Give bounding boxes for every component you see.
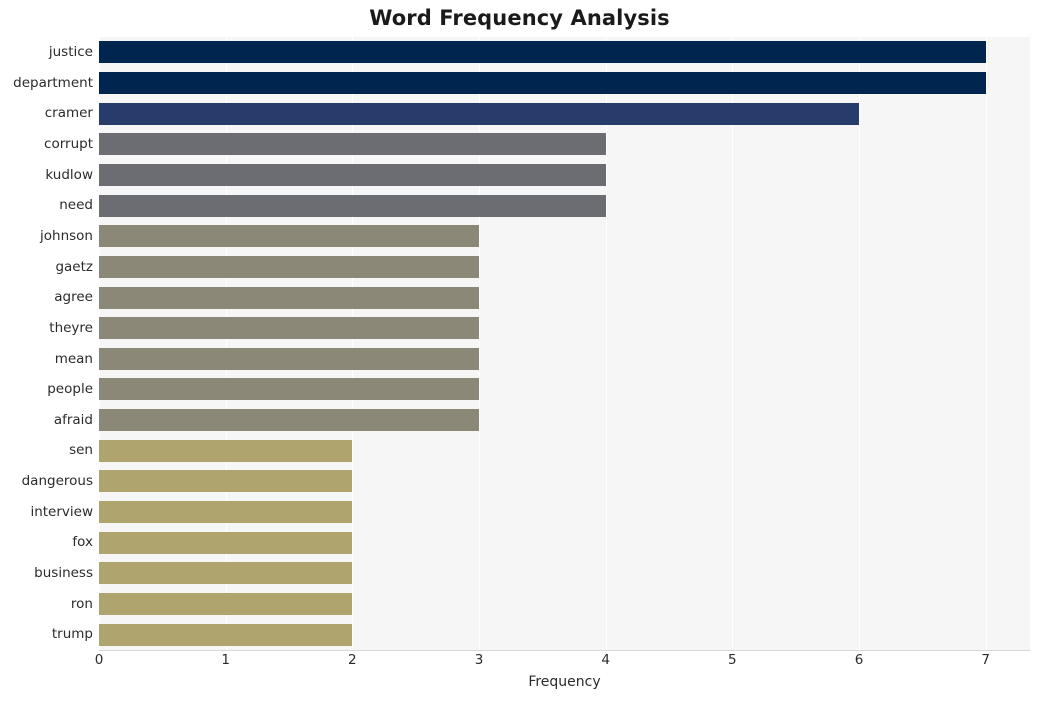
x-tick-label-6: 6 (854, 652, 864, 668)
bar-row[interactable] (99, 466, 1030, 497)
y-tick-label-justice: justice (48, 44, 93, 60)
bar-people[interactable] (99, 378, 479, 401)
bar-afraid[interactable] (99, 409, 479, 432)
chart-figure: Word Frequency Analysis justice departmen… (0, 0, 1039, 701)
y-tick-label-trump: trump (51, 626, 93, 643)
bar-row[interactable] (99, 190, 1030, 221)
bar-justice[interactable] (99, 41, 986, 64)
y-tick-label-business: business (34, 565, 93, 582)
bar-row[interactable] (99, 221, 1030, 252)
bar-trump[interactable] (99, 623, 353, 646)
y-tick-label-gaetz: gaetz (55, 258, 93, 275)
bar-fox[interactable] (99, 531, 353, 554)
bar-johnson[interactable] (99, 225, 479, 248)
bar-corrupt[interactable] (99, 133, 606, 156)
y-tick-label-sen: sen (69, 442, 93, 459)
bar-series (99, 37, 1030, 650)
bar-agree[interactable] (99, 286, 479, 309)
y-tick-label-need: need (59, 197, 93, 214)
bar-department[interactable] (99, 71, 986, 94)
y-tick-label-theyre: theyre (49, 319, 93, 336)
bar-row[interactable] (99, 589, 1030, 620)
bar-gaetz[interactable] (99, 255, 479, 278)
bar-cramer[interactable] (99, 102, 859, 125)
bar-theyre[interactable] (99, 317, 479, 340)
y-tick-label-corrupt: corrupt (44, 135, 93, 152)
y-tick-label-people: people (47, 381, 93, 398)
bar-sen[interactable] (99, 439, 353, 462)
y-tick-label-agree: agree (54, 289, 93, 306)
bar-row[interactable] (99, 497, 1030, 528)
bar-row[interactable] (99, 527, 1030, 558)
bar-row[interactable] (99, 68, 1030, 99)
y-tick-label-cramer: cramer (44, 105, 93, 122)
bar-row[interactable] (99, 374, 1030, 405)
bar-row[interactable] (99, 435, 1030, 466)
bar-row[interactable] (99, 282, 1030, 313)
x-tick-label-2: 2 (348, 652, 357, 668)
bar-ron[interactable] (99, 593, 353, 615)
bar-kudlow[interactable] (99, 163, 606, 186)
x-tick-label-7: 7 (981, 652, 990, 668)
bar-mean[interactable] (99, 347, 479, 370)
bar-row[interactable] (99, 252, 1030, 283)
y-tick-label-afraid: afraid (53, 411, 93, 428)
y-tick-label-department: department (13, 74, 93, 91)
bar-row[interactable] (99, 558, 1030, 589)
x-axis-line (99, 650, 1030, 651)
y-tick-label-interview: interview (30, 503, 93, 520)
x-tick-label-4: 4 (601, 652, 610, 668)
bar-row[interactable] (99, 344, 1030, 375)
y-tick-label-dangerous: dangerous (21, 473, 93, 490)
bar-row[interactable] (99, 405, 1030, 436)
x-axis-title: Frequency (528, 674, 601, 690)
x-tick-label-3: 3 (474, 652, 484, 668)
x-tick-label-0: 0 (94, 652, 104, 668)
bar-row[interactable] (99, 313, 1030, 344)
y-tick-label-johnson: johnson (40, 227, 93, 244)
bar-interview[interactable] (99, 501, 353, 524)
bar-row[interactable] (99, 160, 1030, 191)
x-axis-tick-labels: 0 1 2 3 4 5 6 7 (0, 652, 1039, 674)
y-tick-label-fox: fox (72, 534, 93, 551)
y-tick-label-mean: mean (54, 350, 93, 367)
bar-dangerous[interactable] (99, 470, 353, 493)
y-tick-label-ron: ron (70, 595, 93, 612)
plot-area (99, 37, 1030, 650)
bar-row[interactable] (99, 619, 1030, 650)
x-tick-label-5: 5 (728, 652, 737, 668)
bar-row[interactable] (99, 37, 1030, 68)
bar-business[interactable] (99, 562, 353, 585)
bar-row[interactable] (99, 98, 1030, 129)
chart-title: Word Frequency Analysis (369, 6, 670, 30)
bar-row[interactable] (99, 129, 1030, 160)
x-tick-label-1: 1 (221, 652, 230, 668)
bar-need[interactable] (99, 194, 606, 217)
y-tick-label-kudlow: kudlow (45, 166, 93, 183)
y-axis-tick-labels: justice department cramer corrupt kudlow need… (0, 37, 93, 650)
